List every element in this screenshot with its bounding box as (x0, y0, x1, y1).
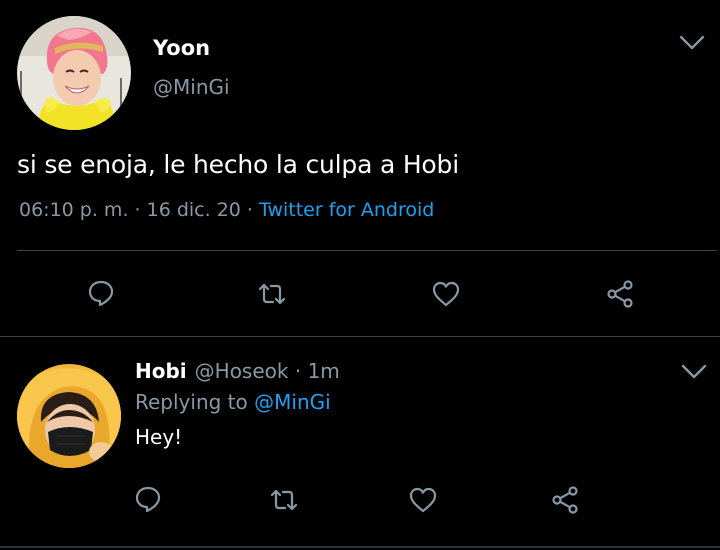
header-separator: · (288, 359, 308, 383)
reply-icon (135, 486, 161, 513)
reply-tweet[interactable]: Hobi @Hoseok · 1m Replying to @MinGi Hey! (0, 337, 720, 550)
tweet-source-link[interactable]: Twitter for Android (259, 199, 434, 221)
like-icon (409, 487, 437, 513)
meta-separator: · (128, 199, 147, 221)
retweet-button[interactable] (267, 483, 301, 517)
replying-to: Replying to @MinGi (135, 390, 331, 414)
mention-link[interactable]: @MinGi (254, 390, 331, 414)
divider (17, 250, 717, 251)
tweet-age: 1m (307, 359, 340, 383)
like-icon (432, 281, 460, 307)
reply-header: Hobi @Hoseok · 1m (135, 359, 340, 383)
share-button[interactable] (603, 277, 637, 311)
avatar-yoon-image (17, 16, 131, 130)
like-button[interactable] (429, 277, 463, 311)
share-icon (552, 486, 578, 514)
replying-prefix: Replying to (135, 390, 255, 414)
retweet-button[interactable] (255, 277, 289, 311)
author-handle[interactable]: @Hoseok (195, 359, 289, 383)
tweet-text: Hey! (135, 425, 183, 449)
author-name[interactable]: Yoon (153, 36, 210, 60)
avatar-hobi-image (17, 364, 121, 468)
retweet-icon (270, 489, 298, 511)
share-button[interactable] (548, 483, 582, 517)
tweet-time: 06:10 p. m. (19, 199, 129, 221)
like-button[interactable] (406, 483, 440, 517)
avatar[interactable] (17, 364, 121, 468)
author-name[interactable]: Hobi (135, 359, 187, 383)
divider (0, 546, 720, 548)
tweet-text: si se enoja, le hecho la culpa a Hobi (17, 150, 459, 179)
share-icon (607, 280, 633, 308)
avatar[interactable] (17, 16, 131, 130)
reply-button[interactable] (84, 276, 118, 310)
tweet-meta: 06:10 p. m. · 16 dic. 20 · Twitter for A… (19, 199, 434, 221)
meta-separator: · (240, 199, 259, 221)
chevron-down-icon[interactable] (680, 362, 708, 382)
tweet-date: 16 dic. 20 (146, 199, 241, 221)
reply-icon (88, 280, 114, 307)
chevron-down-icon[interactable] (678, 33, 706, 53)
main-tweet: Yoon @MinGi si se enoja, le hecho la cul… (0, 0, 720, 336)
retweet-icon (258, 283, 286, 305)
reply-button[interactable] (131, 482, 165, 516)
author-handle[interactable]: @MinGi (153, 75, 230, 99)
